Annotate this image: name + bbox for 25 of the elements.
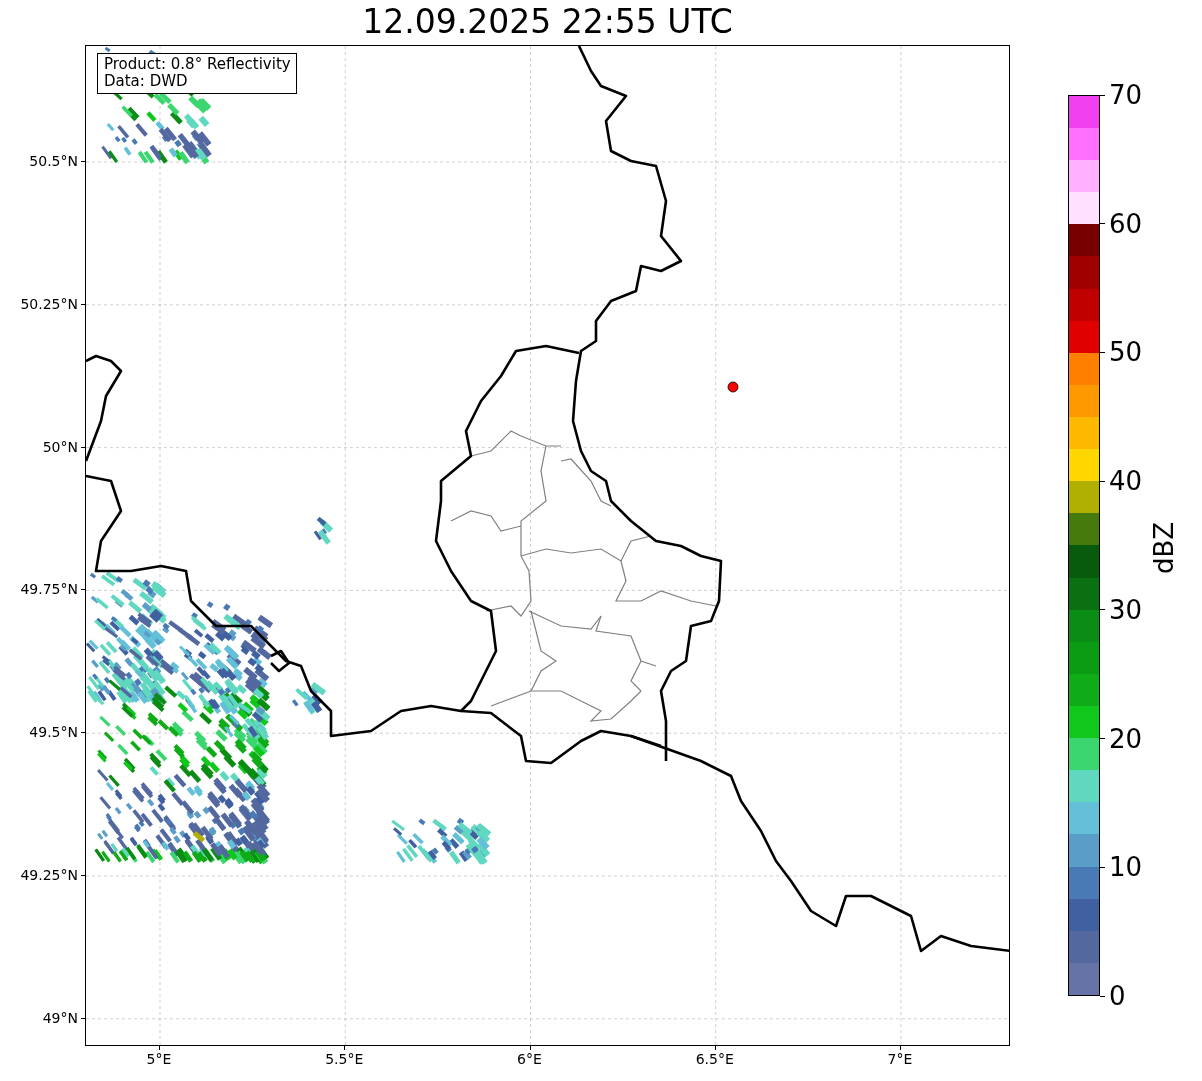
longitude-label: 6°E: [517, 1051, 542, 1067]
latitude-label: 49.25°N: [20, 867, 78, 883]
colorbar-tick-label: 40: [1109, 468, 1143, 495]
longitude-label: 7°E: [887, 1051, 913, 1067]
longitude-label: 5°E: [146, 1051, 172, 1067]
colorbar-tick-label: 10: [1109, 854, 1143, 881]
longitude-label: 5.5°E: [325, 1051, 364, 1067]
colorbar-tick-label: 20: [1109, 725, 1143, 752]
colorbar-tick-label: 50: [1109, 339, 1143, 366]
legend-text: Product: 0.8° Reflectivity: [104, 56, 291, 73]
colorbar-tick-label: 60: [1109, 210, 1143, 237]
location-marker: [727, 381, 739, 393]
latitude-label: 50.5°N: [29, 153, 78, 169]
longitude-label: 6.5°E: [695, 1051, 734, 1067]
colorbar-tick-label: 30: [1109, 596, 1143, 623]
latitude-label: 49°N: [42, 1009, 78, 1026]
latitude-label: 50.25°N: [20, 295, 78, 312]
latitude-label: 49.75°N: [20, 581, 78, 598]
latitude-label: 49.5°N: [29, 724, 78, 741]
legend-text: Data: DWD: [104, 73, 189, 90]
chart-title: 12.09.2025 22:55 UTC: [361, 1, 734, 43]
colorbar-tick-label: 0: [1109, 983, 1126, 1009]
colorbar-tick-label: 70: [1109, 82, 1143, 108]
latitude-label: 50°N: [42, 438, 78, 455]
colorbar-label: dBZ: [1149, 521, 1179, 575]
